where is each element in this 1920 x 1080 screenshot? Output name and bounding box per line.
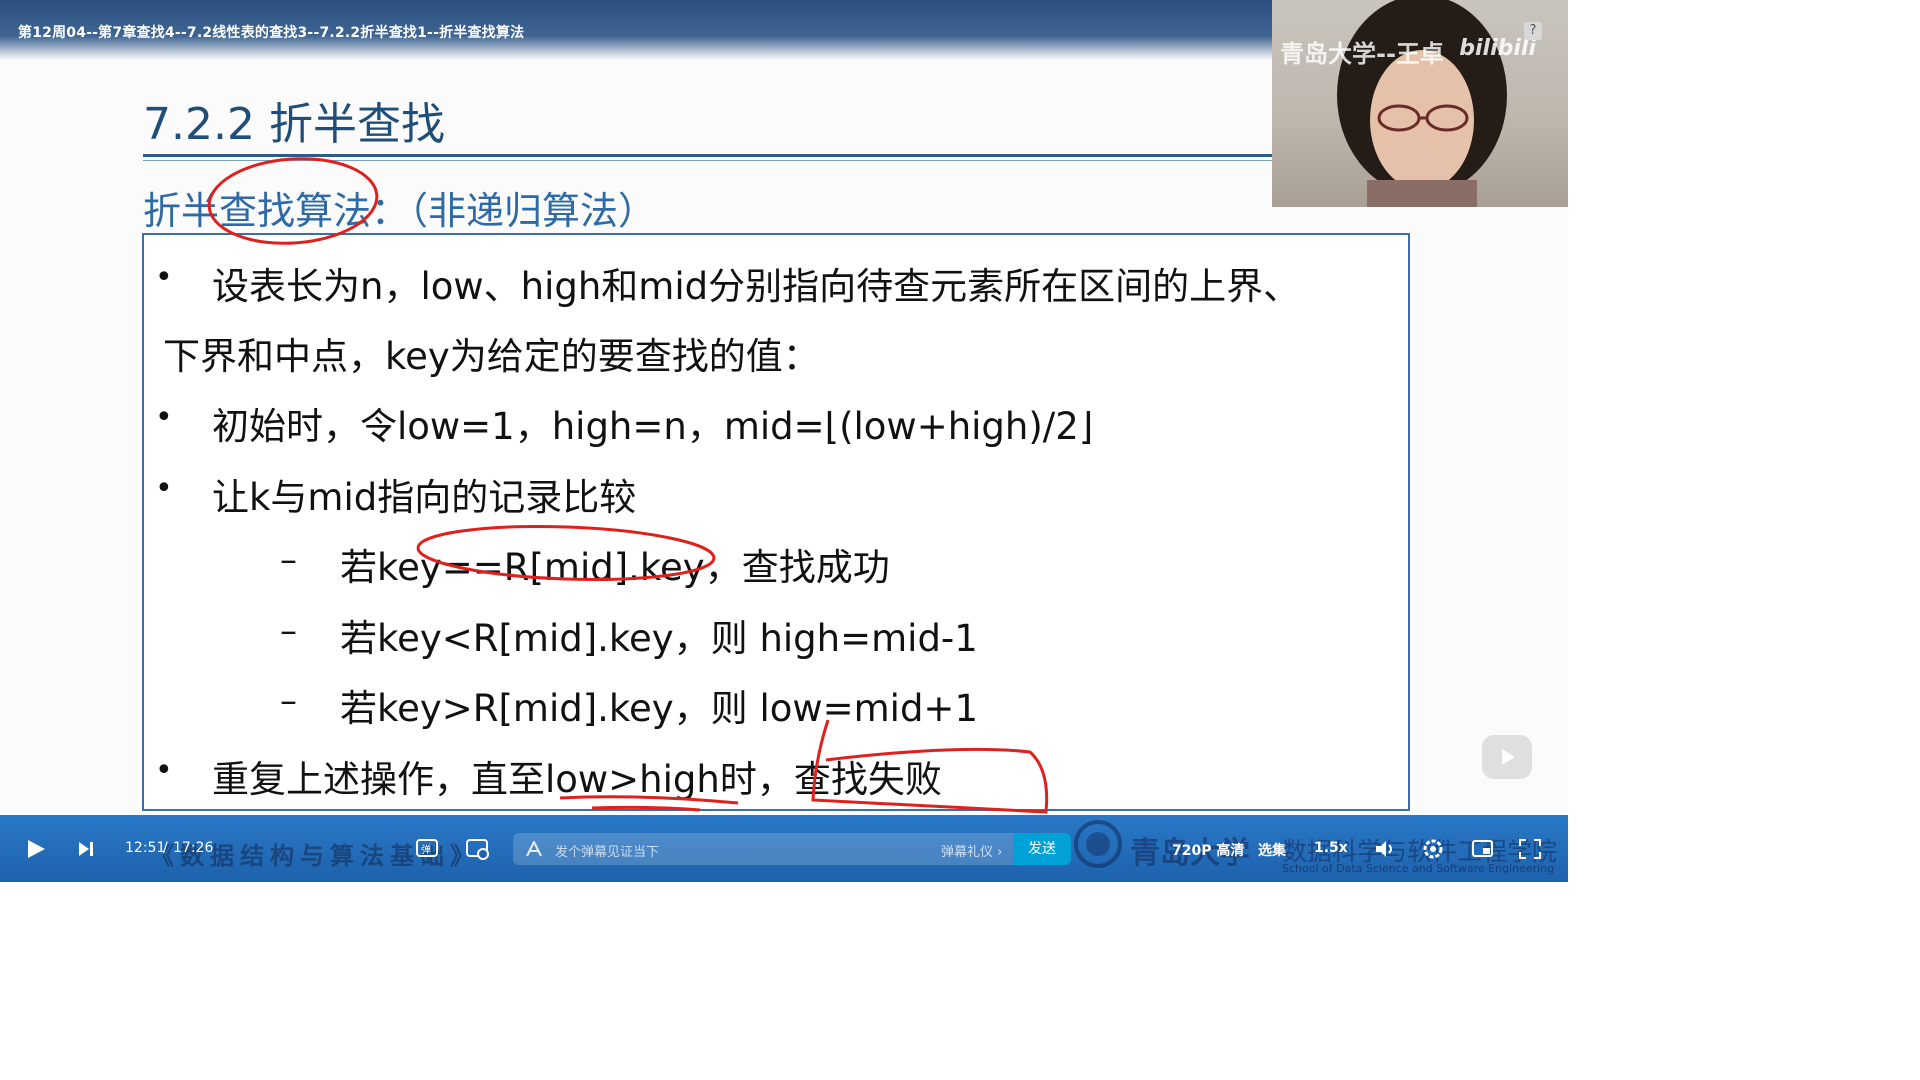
danmaku-etiquette-link[interactable]: 弹幕礼仪 › xyxy=(941,841,1002,860)
next-episode-icon[interactable] xyxy=(76,839,96,859)
floating-play-button[interactable] xyxy=(1482,735,1532,779)
speed-selector[interactable]: 1.5x xyxy=(1314,840,1348,856)
font-style-icon[interactable] xyxy=(525,841,543,857)
volume-icon[interactable] xyxy=(1373,838,1395,860)
play-icon[interactable] xyxy=(24,837,48,861)
annotation-circle-subheading xyxy=(207,157,379,245)
episode-selector[interactable]: 选集 xyxy=(1258,840,1286,860)
annotation-box-fail xyxy=(811,719,1049,814)
annotation-circle-key xyxy=(416,525,716,581)
annotation-underline-low-high xyxy=(559,795,739,812)
time-current: 12:51 xyxy=(125,840,166,856)
help-icon[interactable]: ? xyxy=(1524,22,1542,40)
settings-gear-icon[interactable] xyxy=(1421,837,1445,861)
danmaku-settings-icon[interactable] xyxy=(465,837,491,861)
bilibili-logo: bilibili xyxy=(1459,36,1536,61)
time-separator: / xyxy=(163,840,168,856)
danmaku-input-box[interactable]: 发个弹幕见证当下 弹幕礼仪 › xyxy=(513,833,1013,865)
fullscreen-icon[interactable] xyxy=(1518,838,1542,860)
time-total: 17:26 xyxy=(173,840,214,856)
play-icon xyxy=(1502,749,1515,765)
svg-text:弹: 弹 xyxy=(421,843,431,856)
danmaku-placeholder: 发个弹幕见证当下 xyxy=(555,845,660,860)
university-emblem-icon xyxy=(1074,820,1122,868)
quality-selector[interactable]: 720P 高清 xyxy=(1172,840,1244,860)
send-danmaku-button[interactable]: 发送 xyxy=(1013,833,1071,865)
webcam-overlay: 青岛大学--王卓 bilibili ? xyxy=(1272,0,1568,207)
danmaku-toggle-icon[interactable]: 弹 xyxy=(415,837,441,861)
school-english-name: School of Data Science and Software Engi… xyxy=(1282,862,1555,875)
channel-watermark: 青岛大学--王卓 xyxy=(1280,40,1444,68)
picture-in-picture-icon[interactable] xyxy=(1471,838,1495,860)
